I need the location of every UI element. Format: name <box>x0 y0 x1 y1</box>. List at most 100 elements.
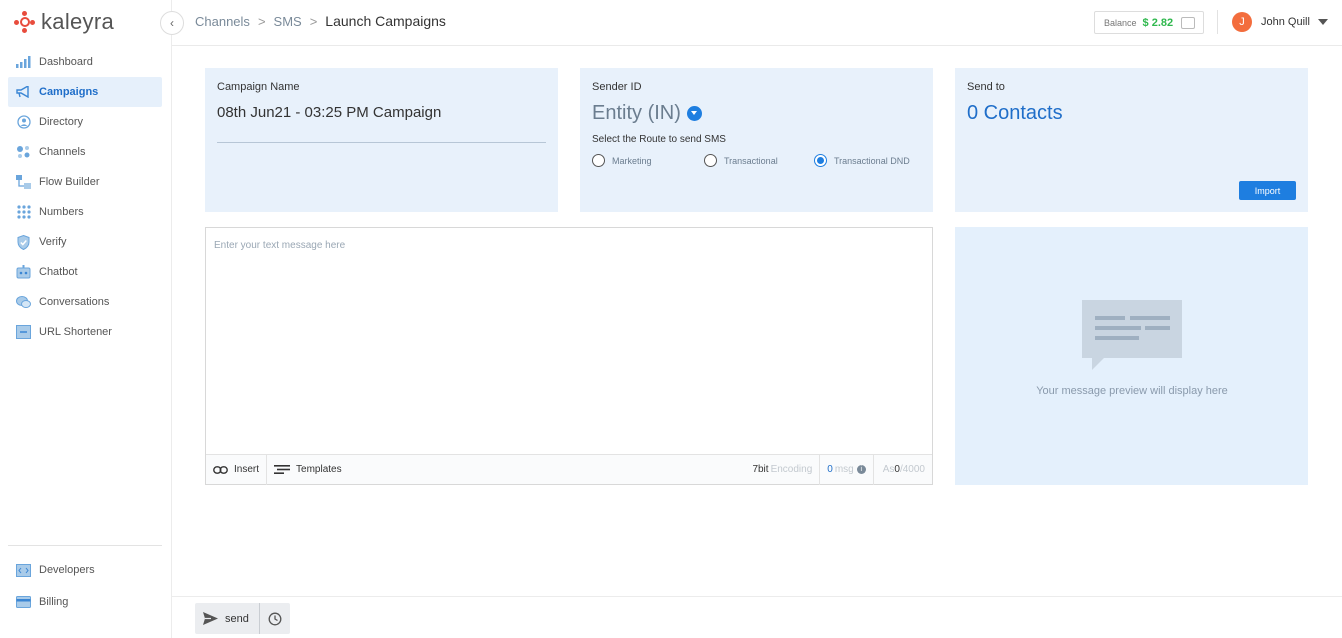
sidebar-item-conversations[interactable]: Conversations <box>8 287 162 317</box>
bottom-action-bar: send <box>172 596 1342 638</box>
recharge-icon[interactable] <box>1181 16 1196 29</box>
campaign-name-card: Campaign Name 08th Jun21 - 03:25 PM Camp… <box>205 68 558 212</box>
bar-chart-icon <box>16 55 31 70</box>
chars-max: /4000 <box>899 464 925 475</box>
card-icon <box>16 595 31 610</box>
header-divider <box>1217 10 1218 34</box>
channels-icon <box>16 145 31 160</box>
sidebar-item-dashboard[interactable]: Dashboard <box>8 47 162 77</box>
sidebar-collapse-button[interactable]: ‹ <box>160 11 184 35</box>
top-header: Channels > SMS > Launch Campaigns Balanc… <box>172 0 1342 46</box>
sidebar-item-directory[interactable]: Directory <box>8 107 162 137</box>
shield-check-icon <box>16 234 31 250</box>
breadcrumb-sms[interactable]: SMS <box>274 14 302 29</box>
chevron-left-icon: ‹ <box>170 16 174 30</box>
char-count-stat: As 0 /4000 <box>872 454 932 485</box>
sidebar-item-url-shortener[interactable]: URL Shortener <box>8 317 162 347</box>
insert-label: Insert <box>234 464 260 475</box>
chat-bubbles-icon <box>16 295 31 310</box>
sidebar-item-numbers[interactable]: Numbers <box>8 197 162 227</box>
route-radio-group: Marketing Transactional Transactional DN… <box>592 154 921 167</box>
sidebar-item-label: Channels <box>39 146 86 158</box>
sender-id-select[interactable]: Entity (IN) <box>592 102 921 125</box>
send-button[interactable]: send <box>195 603 260 634</box>
route-radio-transactional-dnd[interactable]: Transactional DND <box>814 154 910 167</box>
route-radio-label: Transactional <box>724 155 778 166</box>
sidebar-item-verify[interactable]: Verify <box>8 227 162 257</box>
msg-count-value: 0 <box>827 464 833 475</box>
avatar: J <box>1232 12 1252 32</box>
radio-circle <box>704 154 717 167</box>
link-box-icon <box>16 325 31 340</box>
balance-label: Balance <box>1104 17 1137 28</box>
preview-placeholder-text: Your message preview will display here <box>1036 385 1228 397</box>
breadcrumb-channels[interactable]: Channels <box>195 14 250 29</box>
balance-amount: $ 2.82 <box>1142 16 1174 29</box>
templates-icon <box>274 463 291 477</box>
sender-id-value: Entity (IN) <box>592 102 681 124</box>
msg-count-stat: 0 msg i <box>819 454 872 485</box>
breadcrumb-separator-icon: > <box>257 13 266 29</box>
templates-button[interactable]: Templates <box>267 455 349 485</box>
sidebar-item-label: Developers <box>39 564 95 576</box>
message-bubble-icon <box>1082 300 1182 370</box>
megaphone-icon <box>16 85 31 100</box>
import-button[interactable]: Import <box>1239 181 1296 200</box>
brand-logo[interactable]: kaleyra <box>14 9 114 34</box>
code-icon <box>16 563 31 578</box>
sidebar-item-campaigns[interactable]: Campaigns <box>8 77 162 107</box>
send-to-card: Send to 0 Contacts Import <box>955 68 1308 212</box>
sidebar-item-billing[interactable]: Billing <box>8 586 162 618</box>
link-icon <box>213 463 228 477</box>
campaign-name-input[interactable]: 08th Jun21 - 03:25 PM Campaign <box>217 104 546 121</box>
breadcrumb-separator-icon: > <box>309 13 318 29</box>
route-radio-marketing[interactable]: Marketing <box>592 154 704 167</box>
robot-icon <box>16 265 31 280</box>
kaleyra-logo-icon <box>14 11 35 33</box>
campaign-name-label: Campaign Name <box>217 81 300 93</box>
breadcrumb: Channels > SMS > Launch Campaigns <box>195 13 446 29</box>
sidebar-item-chatbot[interactable]: Chatbot <box>8 257 162 287</box>
message-stats: 7bit Encoding 0 msg i As 0 /4000 <box>745 454 932 485</box>
sidebar-item-label: URL Shortener <box>39 326 112 338</box>
dial-pad-icon <box>16 205 31 220</box>
route-radio-transactional[interactable]: Transactional <box>704 154 814 167</box>
user-menu[interactable]: J John Quill <box>1232 12 1328 32</box>
sidebar-bottom-nav: Developers Billing <box>8 554 162 618</box>
input-underline <box>217 142 546 143</box>
sidebar-item-label: Dashboard <box>39 56 93 68</box>
radio-circle <box>814 154 827 167</box>
message-editor: Enter your text message here Insert Temp… <box>205 227 933 485</box>
user-name: John Quill <box>1261 16 1310 28</box>
sidebar-item-developers[interactable]: Developers <box>8 554 162 586</box>
sender-id-card: Sender ID Entity (IN) Select the Route t… <box>580 68 933 212</box>
send-to-label: Send to <box>967 81 1005 93</box>
contacts-count[interactable]: 0 Contacts <box>967 102 1296 125</box>
send-label: send <box>225 612 249 625</box>
send-button-group: send <box>195 603 290 634</box>
chevron-down-icon <box>686 106 702 121</box>
sidebar-item-flow-builder[interactable]: Flow Builder <box>8 167 162 197</box>
route-radio-label: Transactional DND <box>834 155 910 166</box>
sidebar-item-label: Conversations <box>39 296 110 308</box>
balance-widget[interactable]: Balance $ 2.82 <box>1094 11 1204 34</box>
sidebar-item-channels[interactable]: Channels <box>8 137 162 167</box>
schedule-button[interactable] <box>260 603 290 634</box>
msg-count-label: msg <box>834 464 854 475</box>
contact-circle-icon <box>16 115 31 130</box>
insert-button[interactable]: Insert <box>206 454 268 485</box>
clock-icon <box>268 612 282 625</box>
message-textarea[interactable]: Enter your text message here <box>214 240 345 251</box>
sidebar-item-label: Directory <box>39 116 84 128</box>
message-toolbar: Insert Templates 7bit Encoding 0 msg i A… <box>206 454 932 485</box>
sidebar-item-label: Billing <box>39 596 69 608</box>
sidebar-item-label: Numbers <box>39 206 84 218</box>
sidebar-item-label: Flow Builder <box>39 176 100 188</box>
encoding-value: 7bit <box>752 464 769 475</box>
sidebar-item-label: Verify <box>39 236 67 248</box>
info-icon[interactable]: i <box>856 465 866 474</box>
chevron-down-icon <box>1317 19 1328 25</box>
chars-prefix: As <box>882 464 895 475</box>
encoding-label: Encoding <box>770 464 813 475</box>
sidebar-divider <box>8 545 162 546</box>
